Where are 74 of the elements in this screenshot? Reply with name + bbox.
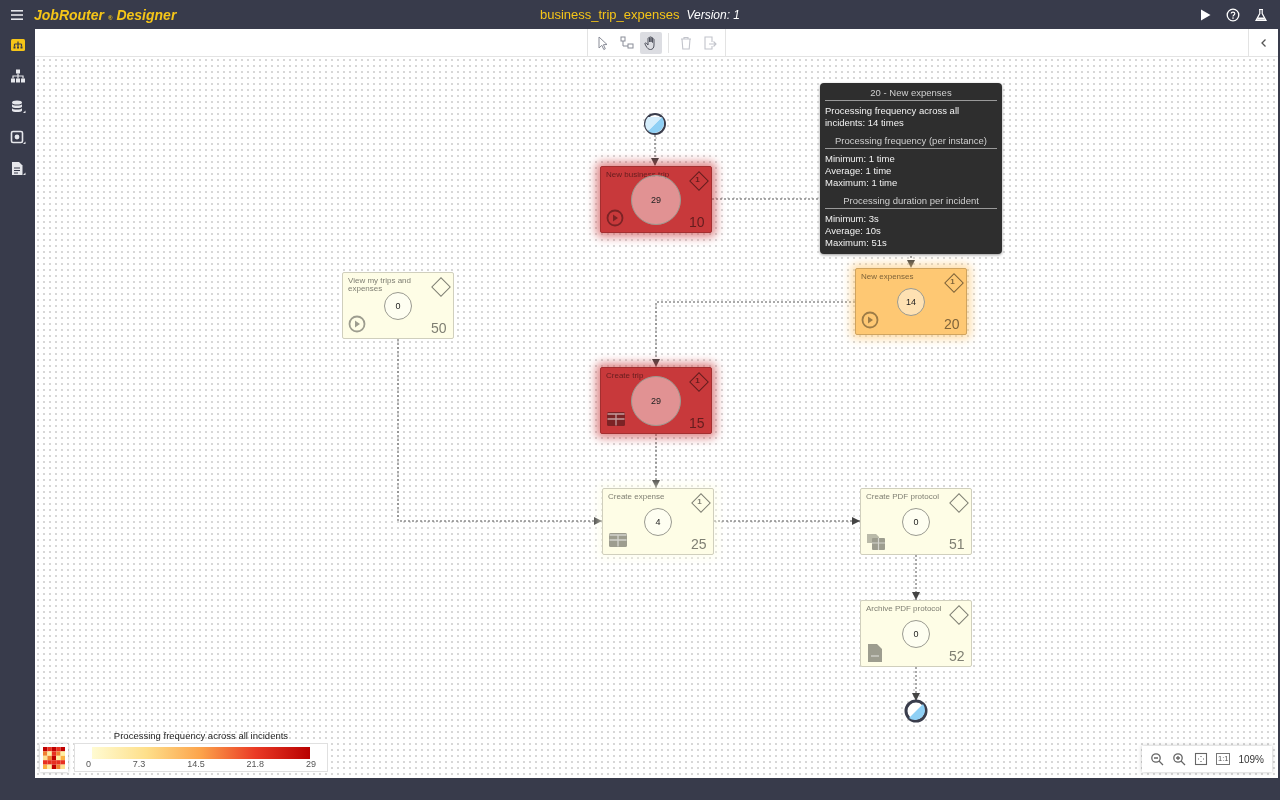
tooltip-text: Minimum: 1 time xyxy=(825,153,896,165)
tooltip-text: Average: 10s xyxy=(825,225,882,237)
process-step[interactable]: New business trip 1 10 29 xyxy=(600,166,712,233)
zoom-level: 109% xyxy=(1238,753,1264,765)
step-number: 20 xyxy=(944,317,961,331)
process-step[interactable]: Create expense 1 25 4 xyxy=(602,488,714,555)
tick-label: 0 xyxy=(86,759,91,769)
zoom-in-icon[interactable] xyxy=(1172,752,1186,766)
priority-badge: 1 xyxy=(691,493,708,510)
form-document-icon xyxy=(866,531,886,551)
menu-icon[interactable] xyxy=(10,8,24,21)
heatmap-toggle[interactable] xyxy=(40,744,68,772)
tooltip-text: Minimum: 3s xyxy=(825,213,880,225)
step-number: 25 xyxy=(691,537,708,551)
help-icon[interactable] xyxy=(1226,7,1240,22)
tick-label: 29 xyxy=(305,759,316,769)
step-label: Create PDF protocol xyxy=(866,493,940,503)
legend-title: Processing frequency across all incidents xyxy=(112,730,290,741)
zoom-out-icon[interactable] xyxy=(1150,752,1164,766)
tooltip-text: Maximum: 1 time xyxy=(825,177,899,189)
step-number: 15 xyxy=(689,416,706,430)
tick-label: 7.3 xyxy=(132,759,146,769)
play-icon[interactable] xyxy=(1198,7,1212,22)
priority-badge: 1 xyxy=(944,273,961,290)
end-event[interactable] xyxy=(904,699,928,723)
step-label: Create trip xyxy=(606,372,645,382)
tooltip-heading: Processing duration per incident xyxy=(825,195,997,209)
database-icon[interactable] xyxy=(9,99,26,115)
tooltip-text: Average: 1 time xyxy=(825,165,893,177)
flask-icon[interactable] xyxy=(1254,7,1268,22)
priority-badge: 1 xyxy=(689,372,706,389)
play-circle-icon xyxy=(861,311,881,331)
hierarchy-icon[interactable] xyxy=(9,68,26,84)
process-step[interactable]: View my trips and expenses 50 0 xyxy=(342,272,454,339)
play-circle-icon xyxy=(348,315,368,335)
priority-badge: 1 xyxy=(689,171,706,188)
product-name: Designer xyxy=(116,6,177,23)
tooltip-text: Maximum: 51s xyxy=(825,237,888,249)
version-label: Version: 1 xyxy=(686,8,741,22)
document-icon[interactable] xyxy=(9,161,26,177)
play-circle-icon xyxy=(606,209,626,229)
count-bubble: 4 xyxy=(644,507,672,536)
process-step[interactable]: New expenses 1 20 14 xyxy=(855,268,967,335)
start-event[interactable] xyxy=(644,113,666,135)
step-number: 52 xyxy=(949,649,966,663)
count-bubble: 0 xyxy=(902,619,930,648)
tooltip-heading: Processing frequency (per instance) xyxy=(825,135,997,149)
count-bubble: 0 xyxy=(384,291,412,320)
process-step[interactable]: Archive PDF protocol 52 0 xyxy=(860,600,972,667)
step-label: Create expense xyxy=(608,493,666,503)
step-label: New business trip xyxy=(606,171,671,181)
count-bubble: 0 xyxy=(902,507,930,536)
step-label: New expenses xyxy=(861,273,915,283)
tick-label: 14.5 xyxy=(187,759,205,769)
step-number: 51 xyxy=(949,537,966,551)
process-name: business_trip_expenses xyxy=(539,7,680,22)
tick-label: 21.8 xyxy=(246,759,265,769)
step-number: 10 xyxy=(689,215,706,229)
tooltip-text: Processing frequency across all incidents: 14 times xyxy=(825,105,961,129)
step-label: View my trips and expenses xyxy=(348,277,412,294)
dashboard-icon[interactable] xyxy=(9,37,26,53)
fit-screen-icon[interactable] xyxy=(1194,752,1208,766)
process-step[interactable]: Create PDF protocol 51 0 xyxy=(860,488,972,555)
logo-text: JobRouter xyxy=(34,6,104,23)
tooltip-title: 20 - New expenses xyxy=(825,87,997,101)
module-icon[interactable] xyxy=(9,130,26,146)
step-number: 50 xyxy=(431,321,448,335)
connector-arrow xyxy=(912,554,920,601)
connector-arrow xyxy=(652,433,660,489)
count-bubble: 14 xyxy=(897,287,925,316)
connector-arrow xyxy=(651,134,659,167)
process-step[interactable]: Create trip 1 15 29 xyxy=(600,367,712,434)
step-label: Archive PDF protocol xyxy=(866,605,943,615)
connector-arrow xyxy=(912,666,920,702)
